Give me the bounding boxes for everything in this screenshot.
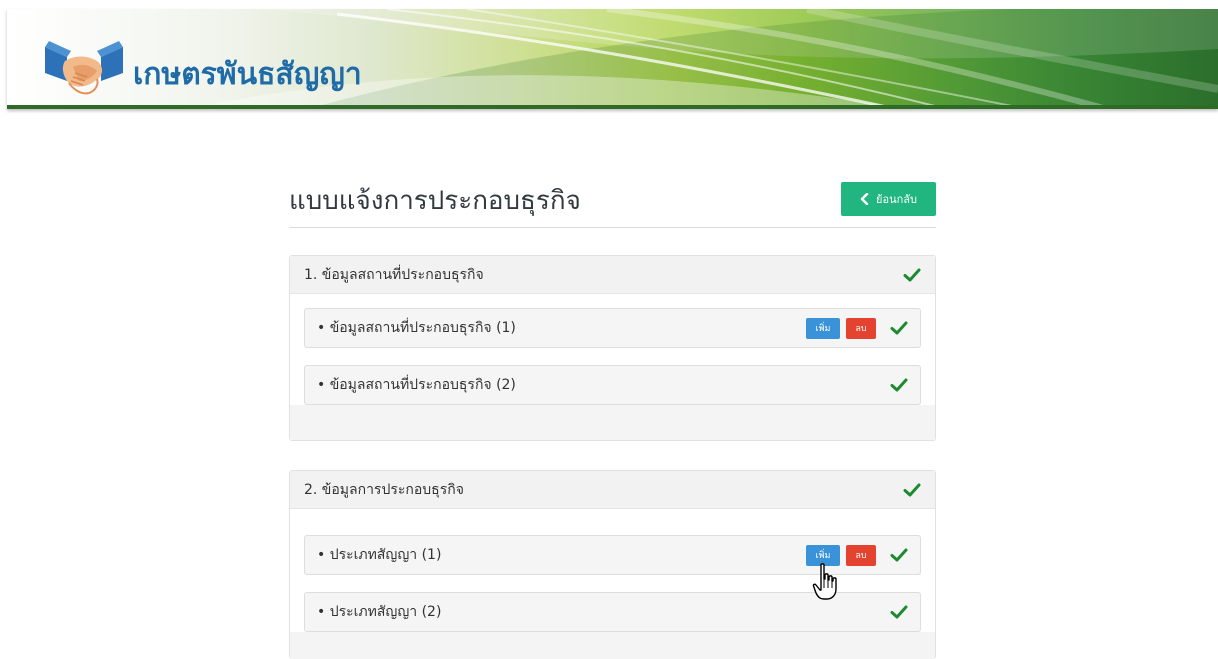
item-label: • ข้อมูลสถานที่ประกอบธุรกิจ (2) — [317, 377, 516, 393]
add-button[interactable]: เพิ่ม — [806, 544, 840, 566]
item-actions — [882, 377, 908, 393]
item-actions — [882, 604, 908, 620]
back-button[interactable]: ย้อนกลับ — [841, 182, 936, 216]
section-business-location: 1. ข้อมูลสถานที่ประกอบธุรกิจ • ข้อมูลสถา… — [289, 255, 936, 441]
section-body: • ข้อมูลสถานที่ประกอบธุรกิจ (1) เพิ่ม ลบ… — [290, 294, 935, 405]
delete-button[interactable]: ลบ — [846, 317, 876, 339]
header-banner: เกษตรพันธสัญญา — [7, 9, 1218, 109]
check-icon — [903, 483, 921, 496]
item-actions: เพิ่ม ลบ — [806, 544, 908, 566]
list-item[interactable]: • ข้อมูลสถานที่ประกอบธุรกิจ (1) เพิ่ม ลบ — [304, 308, 921, 348]
check-icon — [903, 268, 921, 281]
section-header: 1. ข้อมูลสถานที่ประกอบธุรกิจ — [290, 256, 935, 294]
back-button-label: ย้อนกลับ — [876, 193, 917, 206]
section-title: 1. ข้อมูลสถานที่ประกอบธุรกิจ — [304, 266, 484, 283]
item-label: • ประเภทสัญญา (2) — [317, 604, 442, 620]
section-footer — [290, 422, 935, 440]
brand-title: เกษตรพันธสัญญา — [133, 57, 362, 92]
item-label: • ประเภทสัญญา (1) — [317, 547, 442, 563]
list-item[interactable]: • ประเภทสัญญา (1) เพิ่ม ลบ — [304, 535, 921, 575]
item-actions: เพิ่ม ลบ — [806, 317, 908, 339]
section-body: • ประเภทสัญญา (1) เพิ่ม ลบ • ประเภทสัญญา… — [290, 509, 935, 632]
section-title: 2. ข้อมูลการประกอบธุรกิจ — [304, 481, 464, 498]
delete-button[interactable]: ลบ — [846, 544, 876, 566]
item-label: • ข้อมูลสถานที่ประกอบธุรกิจ (1) — [317, 320, 516, 336]
check-icon — [890, 378, 908, 392]
check-icon — [890, 548, 908, 562]
page-heading: แบบแจ้งการประกอบธุรกิจ ย้อนกลับ — [289, 174, 936, 228]
add-button[interactable]: เพิ่ม — [806, 317, 840, 339]
list-item[interactable]: • ประเภทสัญญา (2) — [304, 592, 921, 632]
handshake-logo — [45, 41, 123, 95]
check-icon — [890, 605, 908, 619]
check-icon — [890, 321, 908, 335]
list-item[interactable]: • ข้อมูลสถานที่ประกอบธุรกิจ (2) — [304, 365, 921, 405]
chevron-left-icon — [860, 193, 869, 205]
section-header: 2. ข้อมูลการประกอบธุรกิจ — [290, 471, 935, 509]
page-title: แบบแจ้งการประกอบธุรกิจ — [289, 186, 581, 216]
section-business-operation: 2. ข้อมูลการประกอบธุรกิจ • ประเภทสัญญา (… — [289, 470, 936, 659]
